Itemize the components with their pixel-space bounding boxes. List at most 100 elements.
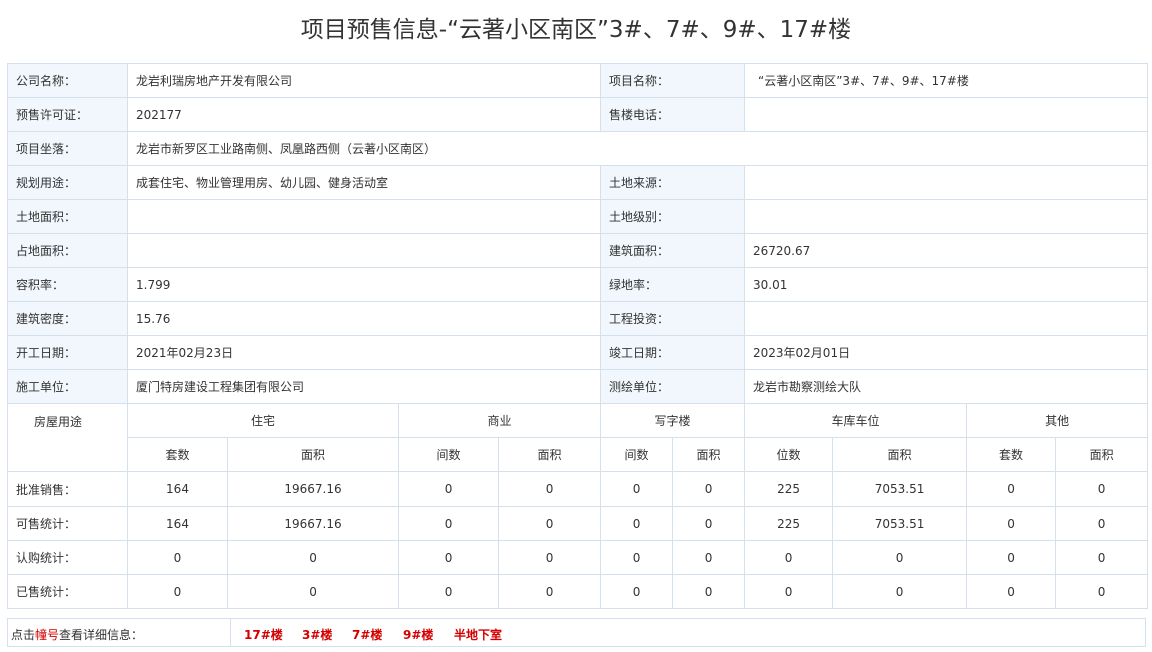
building-density-value: 15.76: [127, 301, 601, 336]
green-rate-label: 绿地率：: [600, 267, 745, 302]
location-value: 龙岩市新罗区工业路南侧、凤凰路西侧（云著小区南区）: [127, 131, 1148, 166]
stat-cell: 0: [1055, 506, 1149, 541]
stat-cell: 0: [1055, 540, 1149, 575]
stat-cell: 0: [744, 574, 834, 609]
subheader: 间数: [398, 437, 500, 472]
building-area-label: 建筑面积：: [600, 233, 745, 268]
info-row-dates: 开工日期： 2021年02月23日 竣工日期： 2023年02月01日: [7, 335, 1148, 370]
stat-cell: 0: [966, 574, 1057, 609]
building-link-7[interactable]: 7#楼: [352, 626, 382, 643]
land-area-value: [127, 199, 601, 234]
stat-cell: 225: [744, 471, 834, 507]
row-label: 已售统计：: [7, 574, 128, 609]
footer-divider: [230, 619, 231, 646]
stat-cell: 7053.51: [832, 506, 968, 541]
stat-cell: 0: [600, 471, 674, 507]
building-area-value: 26720.67: [744, 233, 1148, 268]
building-link-17[interactable]: 17#楼: [244, 626, 283, 643]
stat-cell: 0: [398, 506, 500, 541]
green-rate-value: 30.01: [744, 267, 1148, 302]
sales-stats-table: 房屋用途 住宅 商业 写字楼 车库车位 其他 套数 面积 间数 面积 间数 面积…: [7, 403, 1149, 609]
plot-ratio-value: 1.799: [127, 267, 601, 302]
stat-cell: 0: [600, 574, 674, 609]
page-title: 项目预售信息-“云著小区南区”3#、7#、9#、17#楼: [300, 17, 852, 43]
start-date-value: 2021年02月23日: [127, 335, 601, 370]
stat-cell: 0: [672, 471, 746, 507]
info-row-usage: 规划用途： 成套住宅、物业管理用房、幼儿园、健身活动室 土地来源：: [7, 165, 1148, 200]
stat-cell: 0: [398, 540, 500, 575]
stats-subheader-row: 套数 面积 间数 面积 间数 面积 位数 面积 套数 面积: [8, 437, 1149, 472]
building-links-bar: 点击幢号查看详细信息： 17#楼 3#楼 7#楼 9#楼 半地下室: [7, 618, 1146, 647]
plot-ratio-label: 容积率：: [7, 267, 128, 302]
phone-label: 售楼电话：: [600, 97, 745, 132]
contractor-value: 厦门特房建设工程集团有限公司: [127, 369, 601, 404]
stat-cell: 0: [127, 540, 228, 575]
stat-cell: 0: [832, 574, 968, 609]
land-area-label: 土地面积：: [7, 199, 128, 234]
location-label: 项目坐落：: [7, 131, 128, 166]
stat-cell: 0: [672, 506, 746, 541]
stat-cell: 164: [127, 471, 228, 507]
building-link-3[interactable]: 3#楼: [302, 626, 332, 643]
surveyor-label: 测绘单位：: [600, 369, 745, 404]
table-row: 已售统计： 0 0 0 0 0 0 0 0 0 0: [7, 574, 1149, 609]
usage-value: 成套住宅、物业管理用房、幼儿园、健身活动室: [127, 165, 601, 200]
group-header: 商业: [398, 403, 602, 438]
usage-header: 房屋用途: [7, 403, 128, 472]
investment-value: [744, 301, 1148, 336]
building-link-basement[interactable]: 半地下室: [454, 626, 502, 643]
stat-cell: 0: [966, 506, 1057, 541]
table-row: 可售统计： 164 19667.16 0 0 0 0 225 7053.51 0…: [7, 506, 1149, 541]
land-grade-label: 土地级别：: [600, 199, 745, 234]
land-grade-value: [744, 199, 1148, 234]
subheader: 面积: [498, 437, 602, 472]
table-row: 认购统计： 0 0 0 0 0 0 0 0 0 0: [7, 540, 1149, 575]
usage-label: 规划用途：: [7, 165, 128, 200]
contractor-label: 施工单位：: [7, 369, 128, 404]
stat-cell: 0: [398, 574, 500, 609]
stat-cell: 0: [966, 540, 1057, 575]
land-source-value: [744, 165, 1148, 200]
info-row-land-area: 土地面积： 土地级别：: [7, 199, 1148, 234]
stat-cell: 0: [672, 574, 746, 609]
lead-suffix: 查看详细信息：: [59, 628, 144, 642]
group-header: 写字楼: [600, 403, 746, 438]
permit-value: 202177: [127, 97, 601, 132]
group-header: 其他: [966, 403, 1149, 438]
building-link-9[interactable]: 9#楼: [403, 626, 433, 643]
stat-cell: 164: [127, 506, 228, 541]
stat-cell: 0: [498, 471, 602, 507]
stat-cell: 0: [398, 471, 500, 507]
phone-value: [744, 97, 1148, 132]
company-label: 公司名称：: [7, 63, 128, 98]
end-date-label: 竣工日期：: [600, 335, 745, 370]
stat-cell: 0: [600, 506, 674, 541]
group-header: 住宅: [126, 403, 400, 438]
occupied-area-value: [127, 233, 601, 268]
info-row-company: 公司名称： 龙岩利瑞房地产开发有限公司 项目名称： “云著小区南区”3#、7#、…: [7, 63, 1148, 98]
row-label: 批准销售：: [7, 471, 128, 507]
lead-prefix: 点击: [11, 628, 36, 642]
project-name-value: “云著小区南区”3#、7#、9#、17#楼: [744, 63, 1148, 98]
stat-cell: 0: [226, 540, 400, 575]
stat-cell: 0: [498, 506, 602, 541]
stat-cell: 0: [1055, 471, 1149, 507]
row-label: 认购统计：: [7, 540, 128, 575]
group-header: 车库车位: [744, 403, 968, 438]
stat-cell: 19667.16: [226, 506, 400, 541]
stat-cell: 7053.51: [832, 471, 968, 507]
company-value: 龙岩利瑞房地产开发有限公司: [127, 63, 601, 98]
project-name-label: 项目名称：: [600, 63, 745, 98]
stats-group-header-row: 房屋用途 住宅 商业 写字楼 车库车位 其他: [7, 403, 1149, 472]
info-row-permit: 预售许可证： 202177 售楼电话：: [7, 97, 1148, 132]
info-row-units: 施工单位： 厦门特房建设工程集团有限公司 测绘单位： 龙岩市勘察测绘大队: [7, 369, 1148, 404]
subheader: 套数: [127, 437, 228, 472]
stat-cell: 0: [498, 540, 602, 575]
row-label: 可售统计：: [7, 506, 128, 541]
permit-label: 预售许可证：: [7, 97, 128, 132]
subheader: 面积: [832, 437, 968, 472]
land-source-label: 土地来源：: [600, 165, 745, 200]
stat-cell: 0: [966, 471, 1057, 507]
stat-cell: 0: [744, 540, 834, 575]
subheader: 面积: [672, 437, 746, 472]
